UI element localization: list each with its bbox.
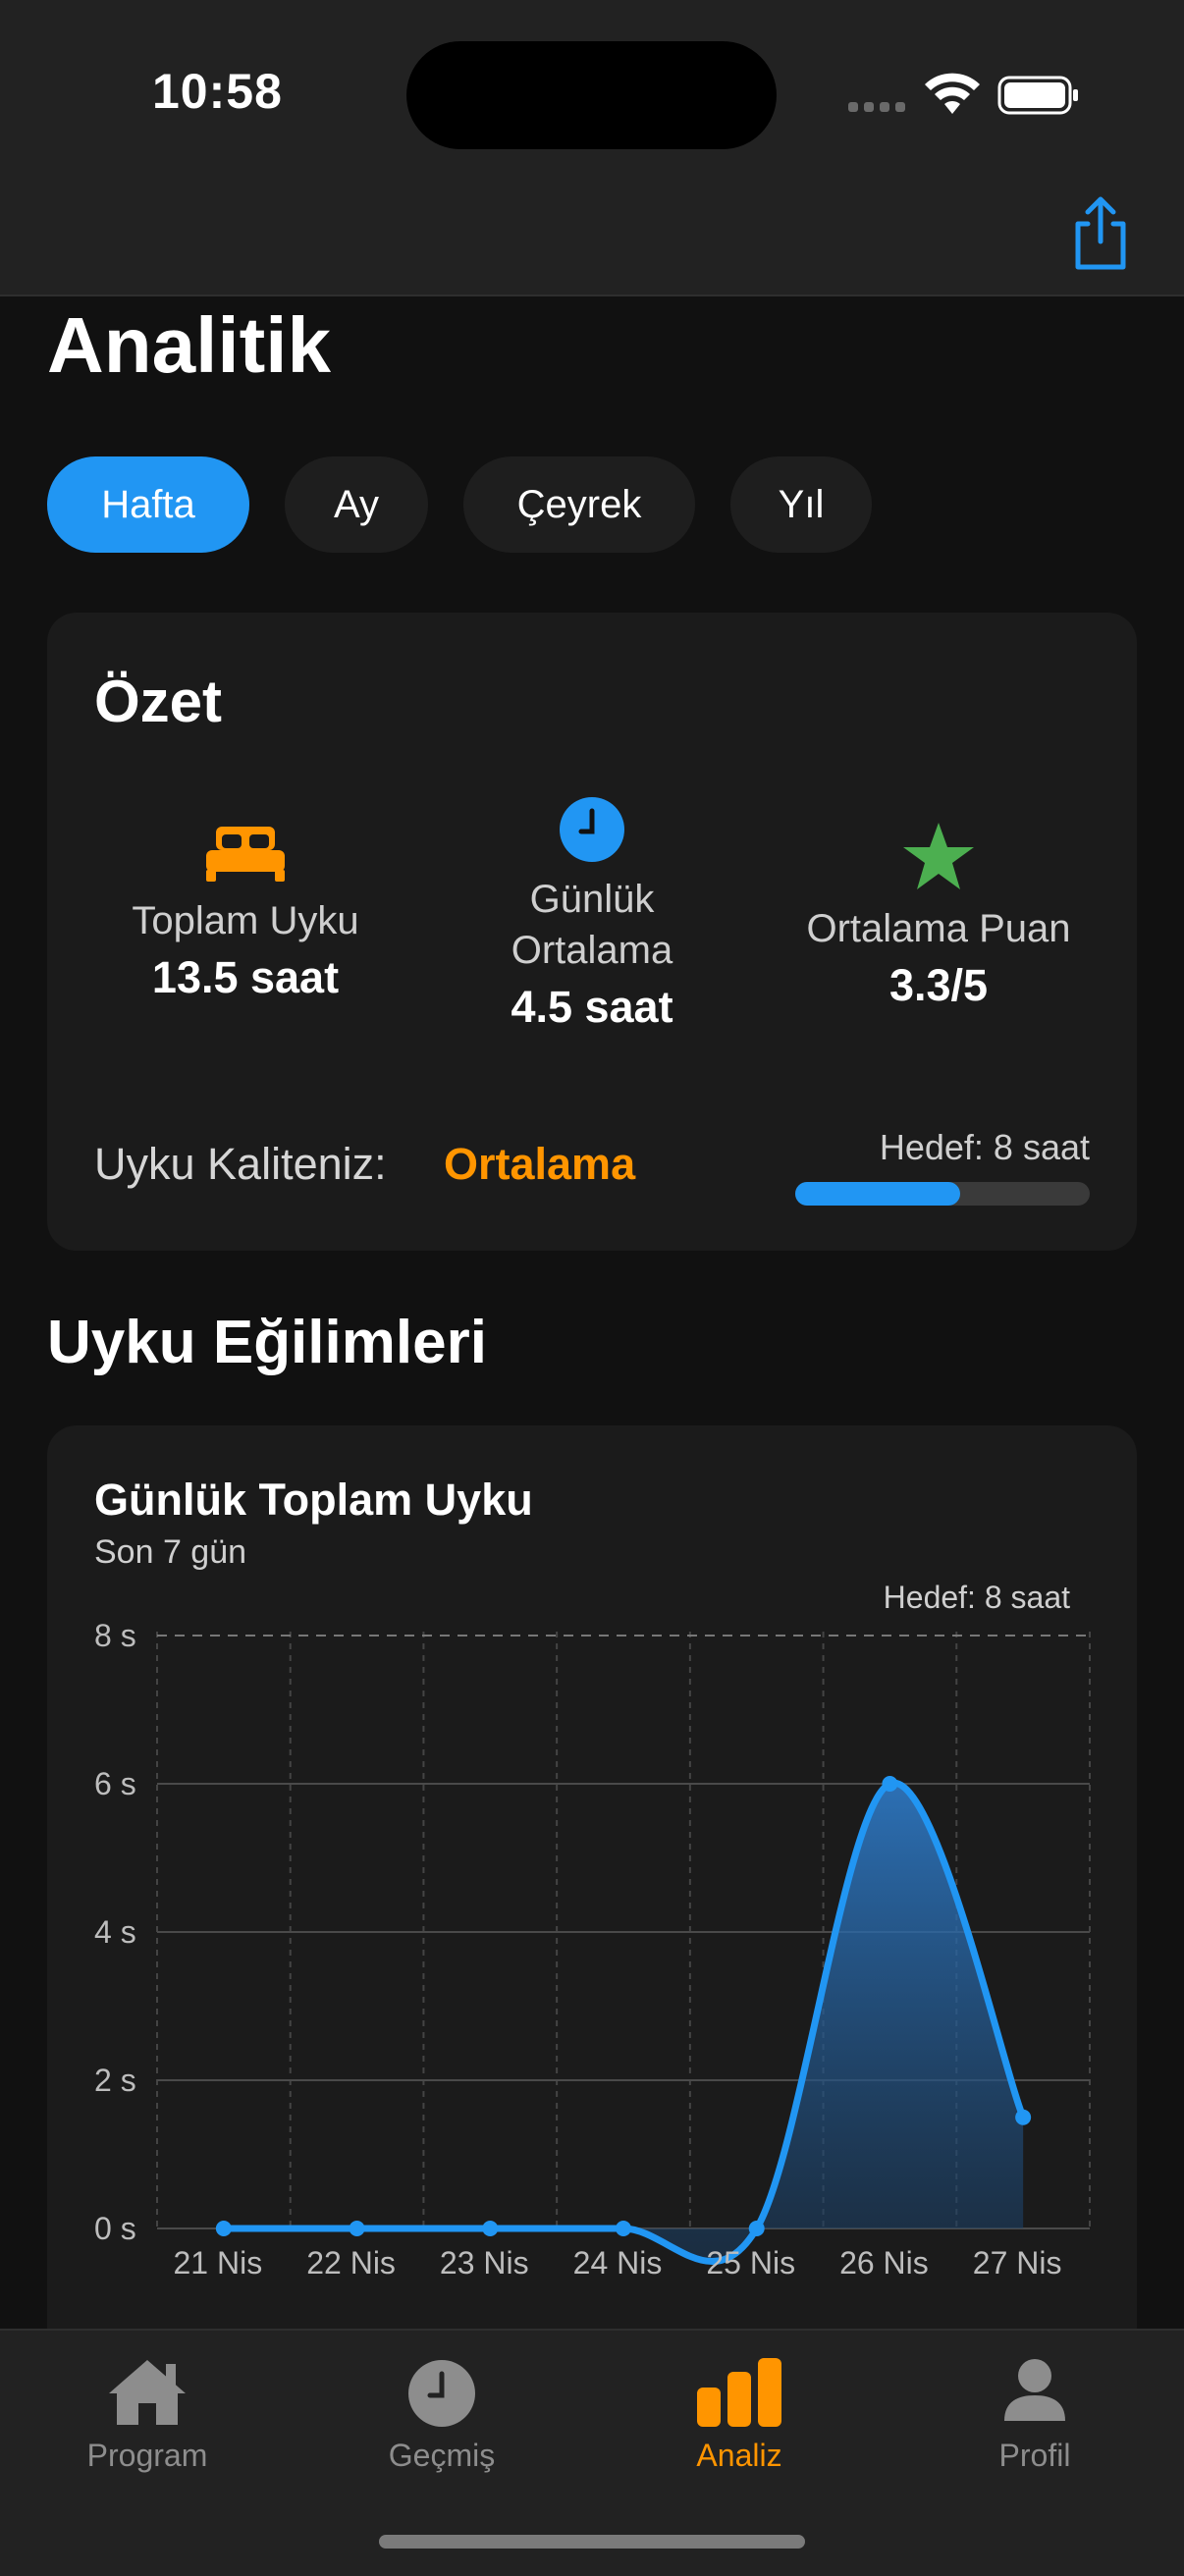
- stat-daily-average: Günlük Ortalama 4.5 saat: [445, 797, 739, 1033]
- tab-label: Geçmiş: [388, 2438, 496, 2473]
- goal-line-label: Hedef: 8 saat: [884, 1580, 1070, 1615]
- tab-analiz[interactable]: Analiz: [621, 2356, 857, 2474]
- star-icon: [903, 823, 974, 889]
- stat-label: Ortalama Puan: [806, 907, 1071, 950]
- tab-label: Analiz: [696, 2438, 782, 2473]
- tab-gecmis[interactable]: Geçmiş: [324, 2356, 560, 2474]
- goal-progress-fill: [795, 1182, 960, 1206]
- stat-label: Toplam Uyku: [132, 899, 359, 942]
- dynamic-island: [406, 41, 777, 149]
- summary-card: Özet Toplam Uyku 13.5 saat Günlük Ortala…: [47, 613, 1137, 1251]
- data-point: [215, 2221, 232, 2236]
- share-button[interactable]: [1066, 194, 1135, 273]
- data-point: [482, 2221, 499, 2236]
- x-tick-label: 25 Nis: [706, 2245, 795, 2281]
- y-tick-label: 0 s: [94, 2211, 136, 2246]
- y-tick-label: 2 s: [94, 2063, 136, 2098]
- trend-chart-card: Günlük Toplam Uyku Son 7 gün 0 s2 s4 s6 …: [47, 1425, 1137, 2407]
- sleep-trend-chart: 0 s 2 s 4 s 6 s 8 s 21 Nis 22 Nis 23 Nis 24 Nis…: [94, 1580, 1091, 2281]
- x-tick-label: 21 Nis: [174, 2245, 263, 2281]
- stat-label-line1: Günlük: [529, 878, 655, 921]
- stat-value: 4.5 saat: [511, 982, 673, 1032]
- share-icon: [1075, 196, 1126, 270]
- data-point: [748, 2221, 765, 2236]
- quality-value: Ortalama: [444, 1139, 636, 1189]
- tab-ceyrek[interactable]: Çeyrek: [463, 456, 695, 553]
- tab-yil[interactable]: Yıl: [730, 456, 872, 553]
- x-tick-label: 23 Nis: [440, 2245, 529, 2281]
- navigation-divider: [0, 295, 1184, 296]
- x-tick-label: 24 Nis: [573, 2245, 663, 2281]
- series-area: [223, 1783, 1024, 2262]
- status-time: 10:58: [152, 64, 283, 119]
- battery-icon: [997, 76, 1078, 115]
- y-tick-label: 8 s: [94, 1618, 136, 1653]
- bed-icon: [206, 827, 285, 882]
- summary-title: Özet: [94, 669, 223, 734]
- house-icon: [109, 2360, 186, 2425]
- x-tick-label: 22 Nis: [306, 2245, 396, 2281]
- goal-text: Hedef: 8 saat: [879, 1127, 1090, 1167]
- page-title: Analitik: [47, 301, 331, 389]
- y-tick-label: 6 s: [94, 1766, 136, 1801]
- wifi-icon: [925, 73, 980, 114]
- clock-icon: [408, 2360, 475, 2427]
- stat-value: 3.3/5: [888, 960, 989, 1010]
- x-tick-label: 27 Nis: [973, 2245, 1062, 2281]
- goal-progress-bar: [795, 1182, 1090, 1206]
- section-title-trends: Uyku Eğilimleri: [47, 1309, 487, 1376]
- data-point: [1015, 2109, 1032, 2125]
- y-tick-label: 4 s: [94, 1914, 136, 1950]
- person-icon: [1004, 2359, 1065, 2421]
- quality-label: Uyku Kaliteniz:: [94, 1139, 387, 1189]
- tab-ay[interactable]: Ay: [285, 456, 428, 553]
- cellular-signal-icon: [848, 102, 907, 114]
- tab-label: Program: [86, 2438, 208, 2473]
- stat-value: 13.5 saat: [151, 952, 340, 1002]
- clock-icon: [560, 797, 624, 862]
- stat-average-score: Ortalama Puan 3.3/5: [791, 821, 1086, 1011]
- tab-program[interactable]: Program: [29, 2356, 265, 2474]
- stat-total-sleep: Toplam Uyku 13.5 saat: [98, 825, 393, 1003]
- tab-hafta[interactable]: Hafta: [47, 456, 249, 553]
- stat-label-line2: Ortalama: [511, 929, 673, 972]
- tab-profil[interactable]: Profil: [917, 2356, 1153, 2474]
- home-indicator: [379, 2535, 805, 2549]
- tab-label: Profil: [998, 2438, 1071, 2473]
- data-point: [349, 2221, 365, 2236]
- data-point: [616, 2221, 631, 2236]
- bar-chart-icon: [697, 2358, 781, 2427]
- data-point: [882, 1776, 898, 1792]
- x-tick-label: 26 Nis: [839, 2245, 929, 2281]
